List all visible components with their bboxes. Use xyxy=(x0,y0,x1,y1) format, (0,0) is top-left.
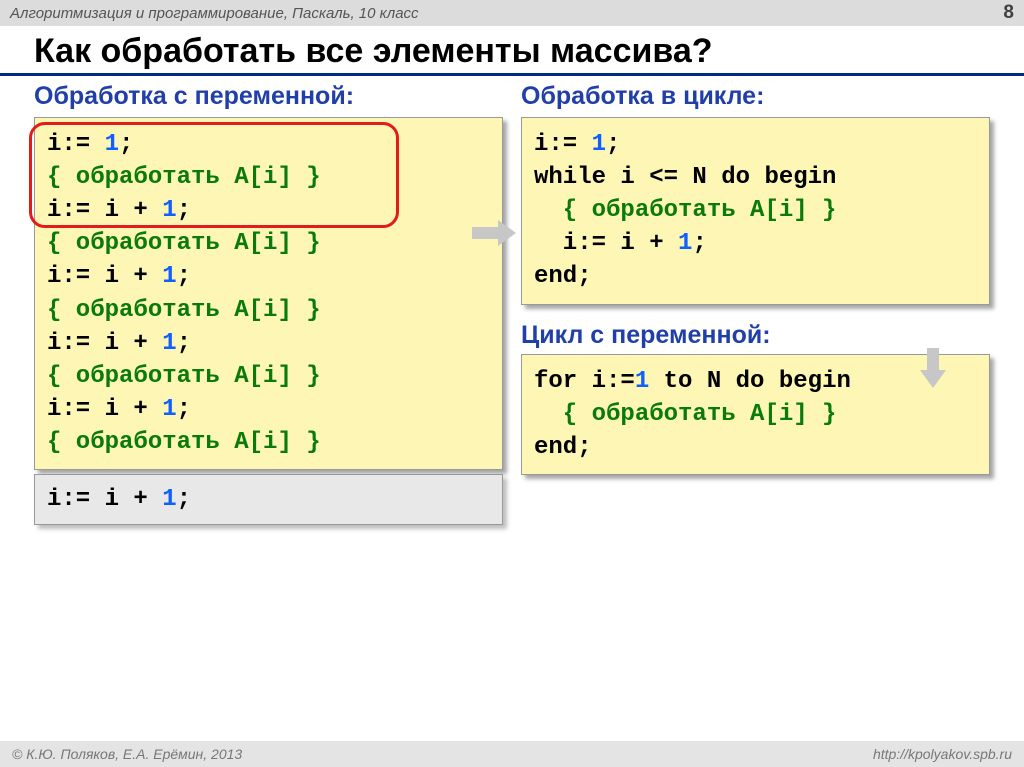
footer-url: http://kpolyakov.spb.ru xyxy=(873,746,1012,762)
slide-title: Как обработать все элементы массива? xyxy=(0,26,1024,76)
footer-bar: © К.Ю. Поляков, Е.А. Ерёмин, 2013 http:/… xyxy=(0,741,1024,767)
right-heading: Обработка в цикле: xyxy=(521,82,990,111)
footer-copyright: © К.Ю. Поляков, Е.А. Ерёмин, 2013 xyxy=(12,746,242,762)
left-extra-codebox: i:= i + 1; xyxy=(34,474,503,525)
for-heading: Цикл с переменной: xyxy=(521,321,990,350)
header-bar: Алгоритмизация и программирование, Паска… xyxy=(0,0,1024,26)
arrow-right-icon xyxy=(472,218,516,248)
right-column: Обработка в цикле: i:= 1; while i <= N d… xyxy=(521,82,990,541)
page-number: 8 xyxy=(1003,2,1014,24)
left-heading: Обработка с переменной: xyxy=(34,82,503,111)
left-codebox: i:= 1; { обработать A[i] } i:= i + 1; { … xyxy=(34,117,503,470)
arrow-down-icon xyxy=(918,348,948,388)
right-codebox-while: i:= 1; while i <= N do begin { обработат… xyxy=(521,117,990,305)
course-title: Алгоритмизация и программирование, Паска… xyxy=(10,5,419,22)
content-area: Обработка с переменной: i:= 1; { обработ… xyxy=(0,76,1024,541)
left-column: Обработка с переменной: i:= 1; { обработ… xyxy=(34,82,503,541)
